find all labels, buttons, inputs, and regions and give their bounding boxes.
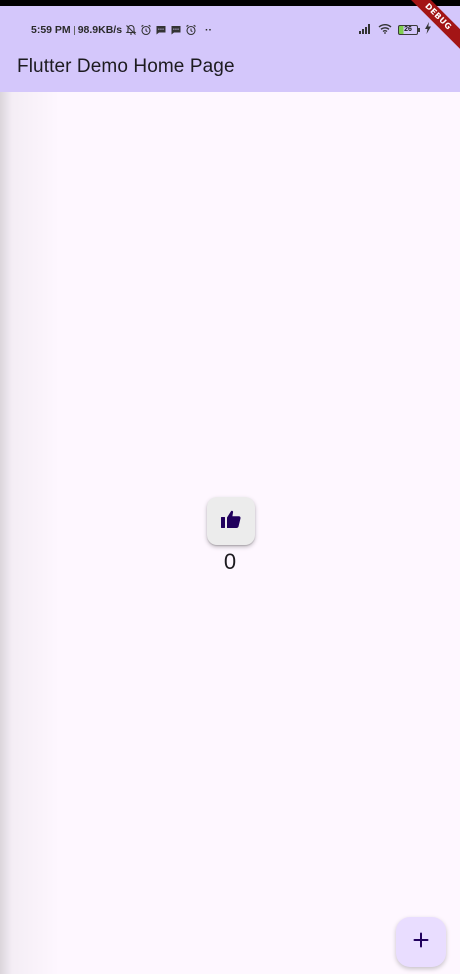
status-overflow-dots: ·· bbox=[205, 24, 213, 36]
page-title: Flutter Demo Home Page bbox=[17, 56, 235, 77]
edge-shadow bbox=[0, 92, 60, 974]
alarm-icon bbox=[140, 24, 152, 36]
status-left-group: 5:59 PM 98.9KB/s ·· bbox=[31, 23, 212, 37]
network-speed: 98.9KB/s bbox=[77, 24, 123, 36]
charging-icon bbox=[424, 21, 432, 39]
alarm-icon bbox=[185, 24, 197, 36]
wifi-icon bbox=[378, 21, 392, 39]
counter-value: 0 bbox=[223, 549, 237, 574]
message-icon bbox=[155, 24, 167, 36]
plus-icon bbox=[413, 932, 429, 953]
add-fab-button[interactable] bbox=[396, 917, 446, 967]
thumb-up-icon bbox=[220, 509, 242, 534]
battery-icon: 26 bbox=[398, 25, 420, 35]
bell-off-icon bbox=[125, 24, 137, 36]
message-icon bbox=[170, 24, 182, 36]
status-time: 5:59 PM bbox=[31, 24, 71, 36]
status-bar: 5:59 PM 98.9KB/s ·· 26 bbox=[0, 6, 460, 42]
status-right-group: 26 bbox=[358, 21, 432, 39]
signal-icon bbox=[358, 21, 372, 39]
status-separator bbox=[73, 25, 75, 35]
battery-level: 26 bbox=[404, 26, 412, 33]
like-button[interactable] bbox=[207, 497, 255, 545]
